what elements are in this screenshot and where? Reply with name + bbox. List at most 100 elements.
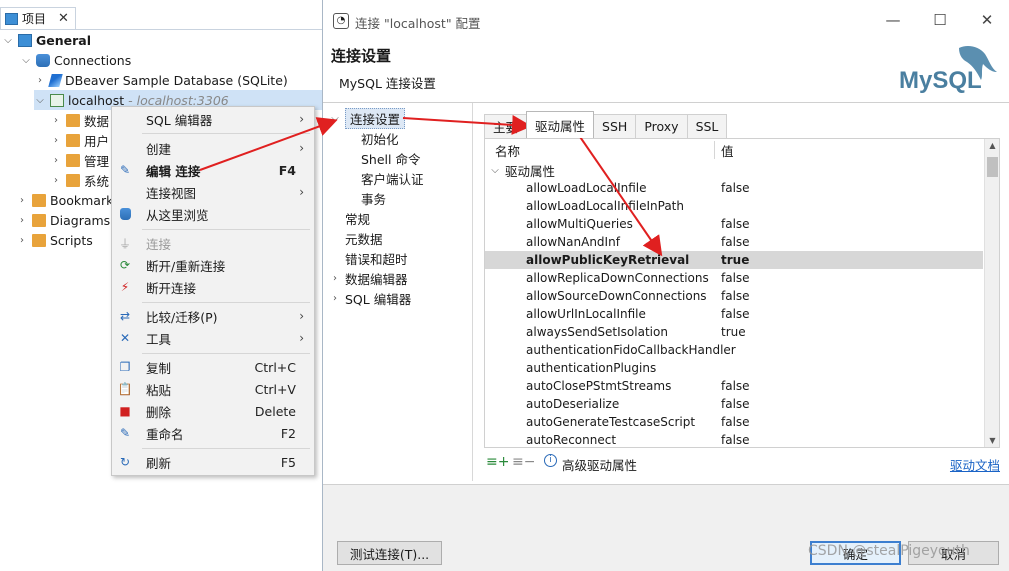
table-row[interactable]: autoDeserialize false xyxy=(485,395,983,413)
tree-item-connections[interactable]: ⌵ Connections xyxy=(20,50,131,70)
column-separator[interactable] xyxy=(714,141,715,159)
vertical-scrollbar[interactable]: ▲ ▼ xyxy=(984,139,999,447)
menu-item-connect[interactable]: ⏚ 连接 xyxy=(112,232,314,254)
tab-ssl[interactable]: SSL xyxy=(686,114,728,138)
tree-item-bookmarks[interactable]: › Bookmark xyxy=(16,190,113,210)
nav-client-auth[interactable]: 客户端认证 xyxy=(361,168,424,188)
chevron-right-icon[interactable]: › xyxy=(50,175,62,186)
chevron-down-icon[interactable]: ⌵ xyxy=(20,55,32,66)
add-property-icon[interactable]: ≡+ xyxy=(486,454,509,470)
nav-metadata[interactable]: 元数据 xyxy=(345,228,383,248)
nav-init[interactable]: 初始化 xyxy=(361,128,399,148)
menu-item-delete[interactable]: ■ 删除 Delete xyxy=(112,400,314,422)
chevron-right-icon[interactable]: › xyxy=(50,115,62,126)
property-value[interactable]: true xyxy=(721,325,746,339)
property-value[interactable]: true xyxy=(721,253,749,267)
scroll-thumb[interactable] xyxy=(987,157,998,177)
menu-item-paste[interactable]: 📋 粘贴 Ctrl+V xyxy=(112,378,314,400)
menu-item-create[interactable]: 创建 › xyxy=(112,137,314,159)
tree-item-general[interactable]: ⌵ General xyxy=(2,30,91,50)
tree-item-child[interactable]: › 系统 xyxy=(50,170,109,190)
maximize-icon[interactable]: ☐ xyxy=(930,10,950,30)
chevron-down-icon[interactable]: ⌵ xyxy=(34,95,46,106)
property-value[interactable]: false xyxy=(721,217,750,231)
property-value[interactable]: false xyxy=(721,433,750,447)
tree-item-child[interactable]: › 用户 xyxy=(50,130,109,150)
project-tab[interactable]: 项目 ✕ xyxy=(0,7,76,29)
chevron-right-icon[interactable]: › xyxy=(50,135,62,146)
table-row[interactable]: allowUrlInLocalInfile false xyxy=(485,305,983,323)
tree-item-child[interactable]: › 数据 xyxy=(50,110,109,130)
table-row[interactable]: allowReplicaDownConnections false xyxy=(485,269,983,287)
scroll-up-icon[interactable]: ▲ xyxy=(985,141,999,150)
chevron-right-icon[interactable]: › xyxy=(50,155,62,166)
tree-item-diagrams[interactable]: › Diagrams xyxy=(16,210,110,230)
property-value[interactable]: false xyxy=(721,289,750,303)
menu-item-rename[interactable]: ✎ 重命名 F2 xyxy=(112,422,314,444)
property-value[interactable]: false xyxy=(721,307,750,321)
scroll-down-icon[interactable]: ▼ xyxy=(985,436,999,445)
chevron-right-icon[interactable]: › xyxy=(34,75,46,86)
chevron-right-icon[interactable]: › xyxy=(329,273,341,284)
menu-item-connection-view[interactable]: 连接视图 › xyxy=(112,181,314,203)
table-row[interactable]: allowLoadLocalInfileInPath xyxy=(485,197,983,215)
menu-item-reconnect[interactable]: ⟳ 断开/重新连接 xyxy=(112,254,314,276)
table-row[interactable]: allowMultiQueries false xyxy=(485,215,983,233)
chevron-right-icon[interactable]: › xyxy=(329,293,341,304)
chevron-right-icon[interactable]: › xyxy=(16,235,28,246)
table-row[interactable]: authenticationPlugins xyxy=(485,359,983,377)
tab-driver-properties[interactable]: 驱动属性 xyxy=(526,111,595,138)
nav-conn-settings[interactable]: ⌵ 连接设置 xyxy=(329,107,406,129)
column-header-value[interactable]: 值 xyxy=(721,141,734,160)
tree-item-child[interactable]: › 管理 xyxy=(50,150,109,170)
menu-item-sql-editor[interactable]: SQL 编辑器 › xyxy=(112,108,314,130)
table-row[interactable]: allowNanAndInf false xyxy=(485,233,983,251)
tree-item-scripts[interactable]: › Scripts xyxy=(16,230,93,250)
nav-errors-timeouts[interactable]: 错误和超时 xyxy=(345,248,408,268)
tab-proxy[interactable]: Proxy xyxy=(635,114,688,138)
tab-ssh[interactable]: SSH xyxy=(593,114,637,138)
nav-general[interactable]: 常规 xyxy=(345,208,370,228)
chevron-down-icon[interactable]: ⌵ xyxy=(2,35,14,46)
close-icon[interactable]: ✕ xyxy=(977,10,997,30)
nav-shell[interactable]: Shell 命令 xyxy=(361,148,420,168)
table-row[interactable]: allowSourceDownConnections false xyxy=(485,287,983,305)
column-header-name[interactable]: 名称 xyxy=(495,141,520,160)
property-value[interactable]: false xyxy=(721,379,750,393)
nav-data-editor[interactable]: › 数据编辑器 xyxy=(329,268,408,288)
tree-item-sample-db[interactable]: › DBeaver Sample Database (SQLite) xyxy=(34,70,288,90)
tab-main[interactable]: 主要 xyxy=(484,114,528,138)
dialog-titlebar[interactable]: ◔ 连接 "localhost" 配置 — ☐ ✕ xyxy=(323,0,1009,42)
driver-docs-link[interactable]: 驱动文档 xyxy=(950,455,1000,474)
menu-item-disconnect[interactable]: ⚡ 断开连接 xyxy=(112,276,314,298)
chevron-down-icon[interactable]: ⌵ xyxy=(489,165,501,176)
property-value[interactable]: false xyxy=(721,397,750,411)
nav-sql-editor[interactable]: › SQL 编辑器 xyxy=(329,288,411,308)
chevron-right-icon[interactable]: › xyxy=(16,195,28,206)
remove-property-icon[interactable]: ≡− xyxy=(512,454,535,470)
menu-item-refresh[interactable]: ↻ 刷新 F5 xyxy=(112,451,314,473)
close-icon[interactable]: ✕ xyxy=(58,11,69,26)
chevron-right-icon[interactable]: › xyxy=(16,215,28,226)
chevron-down-icon[interactable]: ⌵ xyxy=(329,113,341,124)
table-row[interactable]: autoReconnect false xyxy=(485,431,983,447)
table-row[interactable]: allowPublicKeyRetrieval true xyxy=(485,251,983,269)
property-value[interactable]: false xyxy=(721,181,750,195)
property-value[interactable]: false xyxy=(721,415,750,429)
property-value[interactable]: false xyxy=(721,235,750,249)
test-connection-button[interactable]: 测试连接(T)... xyxy=(337,541,442,565)
menu-item-browse-from-here[interactable]: 从这里浏览 xyxy=(112,203,314,225)
table-row[interactable]: autoClosePStmtStreams false xyxy=(485,377,983,395)
minimize-icon[interactable]: — xyxy=(883,10,903,30)
nav-transactions[interactable]: 事务 xyxy=(361,188,386,208)
menu-item-edit-connection[interactable]: ✎ 编辑 连接 F4 xyxy=(112,159,314,181)
menu-item-tools[interactable]: ✕ 工具 › xyxy=(112,327,314,349)
property-value[interactable]: false xyxy=(721,271,750,285)
menu-item-compare-migrate[interactable]: ⇄ 比较/迁移(P) › xyxy=(112,305,314,327)
table-row[interactable]: authenticationFidoCallbackHandler xyxy=(485,341,983,359)
menu-item-copy[interactable]: ❐ 复制 Ctrl+C xyxy=(112,356,314,378)
group-row-driver-properties[interactable]: ⌵ 驱动属性 xyxy=(485,161,555,179)
table-row[interactable]: alwaysSendSetIsolation true xyxy=(485,323,983,341)
table-row[interactable]: autoGenerateTestcaseScript false xyxy=(485,413,983,431)
table-row[interactable]: allowLoadLocalInfile false xyxy=(485,179,983,197)
